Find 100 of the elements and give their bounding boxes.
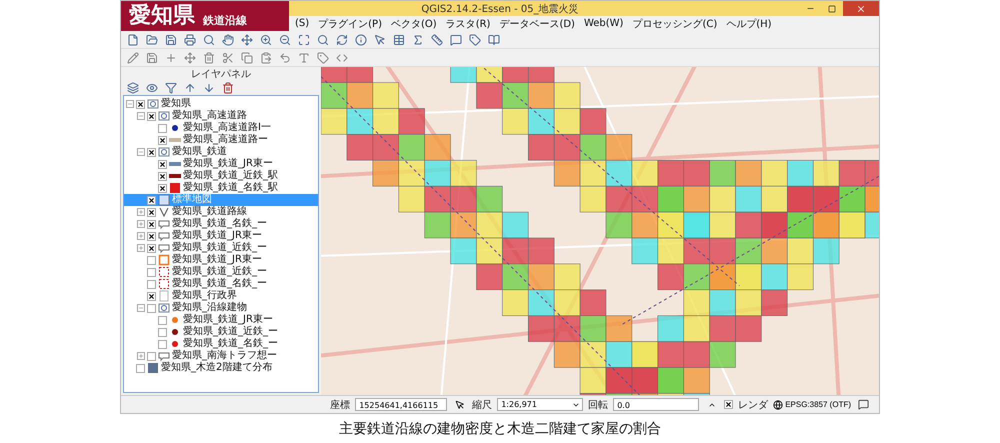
layer-checkbox[interactable] xyxy=(158,328,167,336)
layer-row[interactable]: 愛知県_高速道路 xyxy=(124,110,318,122)
zoom-in-icon[interactable] xyxy=(258,32,273,47)
panel-title: レイヤパネル xyxy=(191,68,251,80)
zoom-layer-icon[interactable] xyxy=(315,32,330,47)
layer-symbol-icon xyxy=(158,230,170,242)
layer-symbol-icon xyxy=(158,218,170,230)
layer-checkbox[interactable] xyxy=(147,148,156,156)
layer-row[interactable]: 愛知県_鉄道_JR東ー xyxy=(124,230,318,242)
book-icon[interactable] xyxy=(486,32,501,47)
map-drawing[interactable] xyxy=(321,67,879,395)
layer-row[interactable]: 愛知県_鉄道_近鉄_ー xyxy=(124,326,318,338)
layer-checkbox[interactable] xyxy=(147,292,156,300)
layer-checkbox[interactable] xyxy=(158,172,167,180)
layer-checkbox[interactable] xyxy=(158,340,167,348)
messages-icon[interactable] xyxy=(856,397,871,412)
menu-item[interactable]: ベクタ(O) xyxy=(391,16,437,30)
layer-checkbox[interactable] xyxy=(147,244,156,252)
layer-row[interactable]: 愛知県_南海トラフ想ー xyxy=(124,350,318,362)
move-feature-icon[interactable] xyxy=(182,50,197,65)
layer-checkbox[interactable] xyxy=(147,232,156,240)
layer-checkbox[interactable] xyxy=(147,268,156,276)
layer-checkbox[interactable] xyxy=(158,184,167,192)
search-icon[interactable] xyxy=(201,32,216,47)
menu-item[interactable]: Web(W) xyxy=(584,18,624,29)
layer-row[interactable]: 愛知県_鉄道路線 xyxy=(124,206,318,218)
layer-symbol-icon xyxy=(158,302,170,314)
layer-row[interactable]: 愛知県_木造2階建て分布 xyxy=(124,362,318,374)
layer-checkbox[interactable] xyxy=(136,100,145,108)
layer-row[interactable]: 愛知県_鉄道_名鉄_駅 xyxy=(124,182,318,194)
layer-checkbox[interactable] xyxy=(147,352,156,360)
globe-icon xyxy=(773,400,784,410)
layer-row[interactable]: 愛知県_鉄道_JR東ー xyxy=(124,314,318,326)
layer-row[interactable]: 愛知県_鉄道_名鉄_ー xyxy=(124,338,318,350)
layers-icon[interactable] xyxy=(125,80,140,95)
layer-checkbox[interactable] xyxy=(158,136,167,144)
menu-item[interactable]: プラグイン(P) xyxy=(318,16,382,30)
menu-item[interactable]: データベース(D) xyxy=(499,16,575,30)
save-icon[interactable] xyxy=(163,32,178,47)
coordinate-field[interactable]: 15254641,4166115 xyxy=(355,398,448,411)
info-icon[interactable] xyxy=(353,32,368,47)
delete-icon[interactable] xyxy=(201,50,216,65)
annotation-icon[interactable] xyxy=(448,32,463,47)
layer-checkbox[interactable] xyxy=(136,364,145,372)
layer-row[interactable]: 愛知県 xyxy=(124,98,318,110)
edit-icon[interactable] xyxy=(125,50,140,65)
remove-layer-icon[interactable] xyxy=(220,80,235,95)
label-tool-icon[interactable] xyxy=(315,50,330,65)
layer-symbol-icon xyxy=(158,350,170,362)
layer-symbol-icon xyxy=(158,290,170,302)
attribute-table-icon[interactable] xyxy=(391,32,406,47)
label-icon[interactable] xyxy=(467,32,482,47)
layer-checkbox[interactable] xyxy=(147,280,156,288)
layer-checkbox[interactable] xyxy=(158,124,167,132)
coordinate-label: 座標 xyxy=(330,398,350,412)
print-icon[interactable] xyxy=(182,32,197,47)
layer-row[interactable]: 愛知県_沿線建物 xyxy=(124,302,318,314)
layer-row[interactable]: 愛知県_鉄道 xyxy=(124,146,318,158)
move-icon[interactable] xyxy=(239,32,254,47)
layer-row[interactable]: 愛知県_鉄道_JR東ー xyxy=(124,254,318,266)
layer-symbol-icon xyxy=(158,194,170,206)
layer-row[interactable]: 愛知県_鉄道_近鉄_ー xyxy=(124,242,318,254)
render-checkbox[interactable] xyxy=(724,400,734,409)
figure-caption: 主要鉄道沿線の建物密度と木造二階建て家屋の割合 xyxy=(339,420,661,438)
layer-checkbox[interactable] xyxy=(147,208,156,216)
open-folder-icon[interactable] xyxy=(144,32,159,47)
measure-icon[interactable] xyxy=(429,32,444,47)
save-edits-icon[interactable] xyxy=(144,50,159,65)
cut-icon[interactable] xyxy=(220,50,235,65)
layer-checkbox[interactable] xyxy=(147,112,156,120)
layer-row[interactable]: 愛知県_鉄道_近鉄_駅 xyxy=(124,170,318,182)
layer-checkbox[interactable] xyxy=(147,196,156,204)
scale-combo[interactable]: 1:26,971 xyxy=(497,398,584,411)
refresh-icon[interactable] xyxy=(334,32,349,47)
layer-checkbox[interactable] xyxy=(147,256,156,264)
layer-row[interactable]: 愛知県_鉄道_名鉄_ー xyxy=(124,218,318,230)
copy-icon[interactable] xyxy=(239,50,254,65)
layer-row[interactable]: 愛知県_行政界 xyxy=(124,290,318,302)
window-title: QGIS2.14.2-Essen - 05_地震火災 xyxy=(421,2,579,16)
layer-row[interactable]: 愛知県_鉄道_JR東ー xyxy=(124,158,318,170)
rotation-field[interactable]: 0.0 xyxy=(613,398,700,411)
layer-row[interactable]: 愛知県_鉄道_名鉄_ー xyxy=(124,278,318,290)
layer-row[interactable]: 愛知県_高速道路I一 xyxy=(124,122,318,134)
layer-checkbox[interactable] xyxy=(147,220,156,228)
close-button[interactable] xyxy=(843,1,879,16)
layer-row[interactable]: 愛知県_鉄道_近鉄_ー xyxy=(124,266,318,278)
crs-button[interactable]: EPSG:3857 (OTF) xyxy=(773,398,851,411)
layer-checkbox[interactable] xyxy=(158,160,167,168)
layer-checkbox[interactable] xyxy=(147,304,156,312)
menu-item[interactable]: (S) xyxy=(295,18,310,29)
zoom-out-icon[interactable] xyxy=(277,32,292,47)
menu-item[interactable]: プロセッシング(C) xyxy=(632,16,718,30)
pan-icon[interactable] xyxy=(220,32,235,47)
menu-item[interactable]: ラスタ(R) xyxy=(446,16,490,30)
select-icon[interactable] xyxy=(372,32,387,47)
filter-icon[interactable] xyxy=(163,80,178,95)
layer-checkbox[interactable] xyxy=(158,316,167,324)
zoom-full-icon[interactable] xyxy=(296,32,311,47)
menu-item[interactable]: ヘルプ(H) xyxy=(726,16,772,30)
layer-row[interactable]: 愛知県_高速道路ー xyxy=(124,134,318,146)
